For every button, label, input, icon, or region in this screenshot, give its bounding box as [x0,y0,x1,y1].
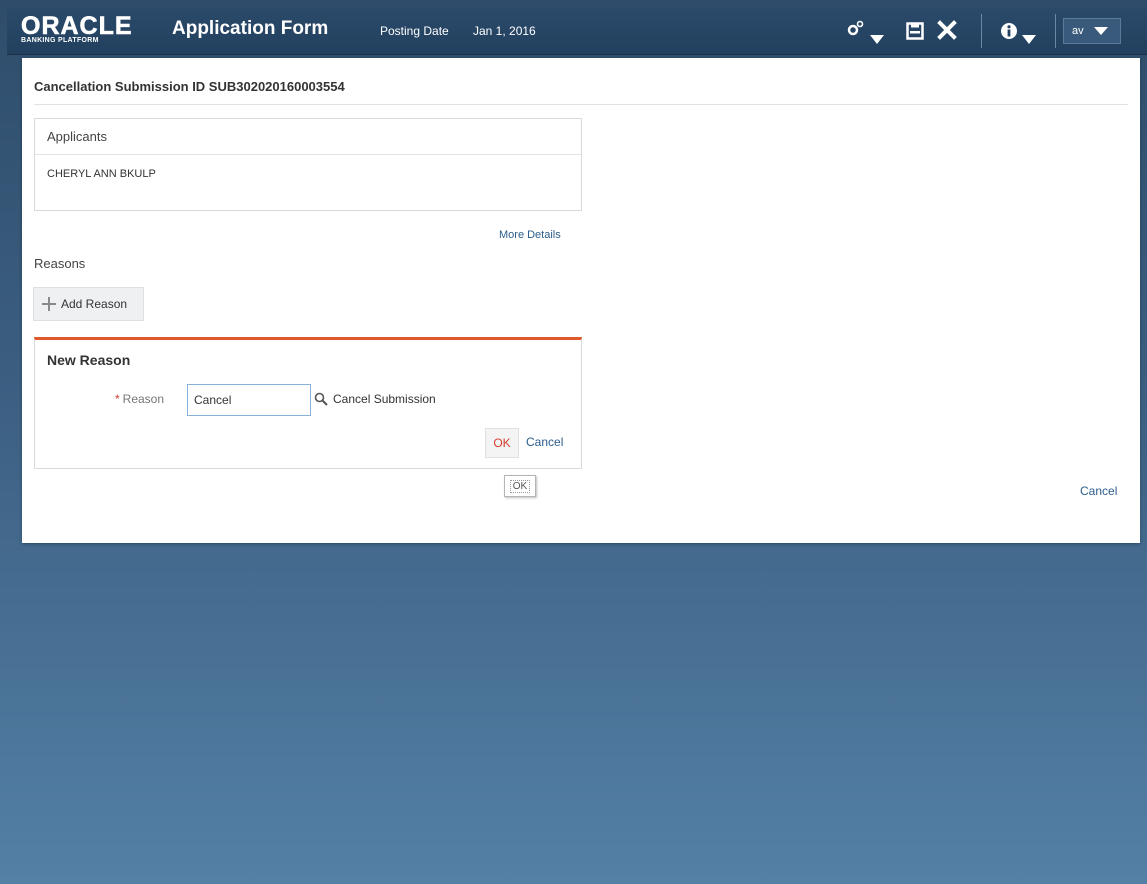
new-reason-panel: New Reason *Reason Cancel Submission OK … [34,337,582,469]
page-title: Cancellation Submission ID SUB3020201600… [34,79,345,94]
ok-button[interactable]: OK [485,428,519,458]
close-icon[interactable] [937,20,957,46]
add-reason-button[interactable]: Add Reason [33,287,144,321]
oracle-logo: ORACLE BANKING PLATFORM [21,12,161,50]
settings-icon[interactable] [847,19,865,43]
add-reason-label: Add Reason [61,297,128,311]
user-initials: av [1072,25,1084,37]
chevron-down-icon [1093,27,1108,35]
reason-input[interactable] [187,384,311,416]
settings-chevron-down-icon[interactable] [870,26,884,50]
app-header: ORACLE BANKING PLATFORM Application Form… [7,8,1147,55]
header-divider [981,14,982,48]
panel-cancel-link[interactable]: Cancel [1080,484,1117,498]
user-menu-button[interactable]: av [1063,18,1121,44]
applicant-name: CHERYL ANN BKULP [47,168,156,180]
applicants-panel: Applicants CHERYL ANN BKULP [34,118,582,211]
cancel-link[interactable]: Cancel [526,435,563,449]
search-icon[interactable] [314,392,328,406]
main-panel: Cancellation Submission ID SUB3020201600… [22,58,1140,543]
reason-label-text: Reason [122,392,165,406]
reasons-heading: Reasons [34,256,86,271]
ok-tooltip: OK [504,475,536,497]
posting-date-value: Jan 1, 2016 [473,24,536,38]
posting-date-label: Posting Date [380,24,449,38]
more-details-link[interactable]: More Details [499,229,561,241]
reason-field-label: * Reason [115,392,164,406]
reason-description: Cancel Submission [333,392,436,406]
applicants-heading: Applicants [35,119,581,155]
info-chevron-down-icon[interactable] [1022,26,1036,50]
app-title: Application Form [172,18,329,39]
required-marker: * [115,392,120,406]
divider [34,104,1128,105]
logo-subtext: BANKING PLATFORM [21,37,99,44]
header-divider [1055,14,1056,48]
tooltip-text: OK [509,479,531,493]
info-icon[interactable] [1000,22,1018,46]
save-icon[interactable] [906,22,924,46]
new-reason-title: New Reason [47,352,131,368]
plus-icon [42,297,56,311]
